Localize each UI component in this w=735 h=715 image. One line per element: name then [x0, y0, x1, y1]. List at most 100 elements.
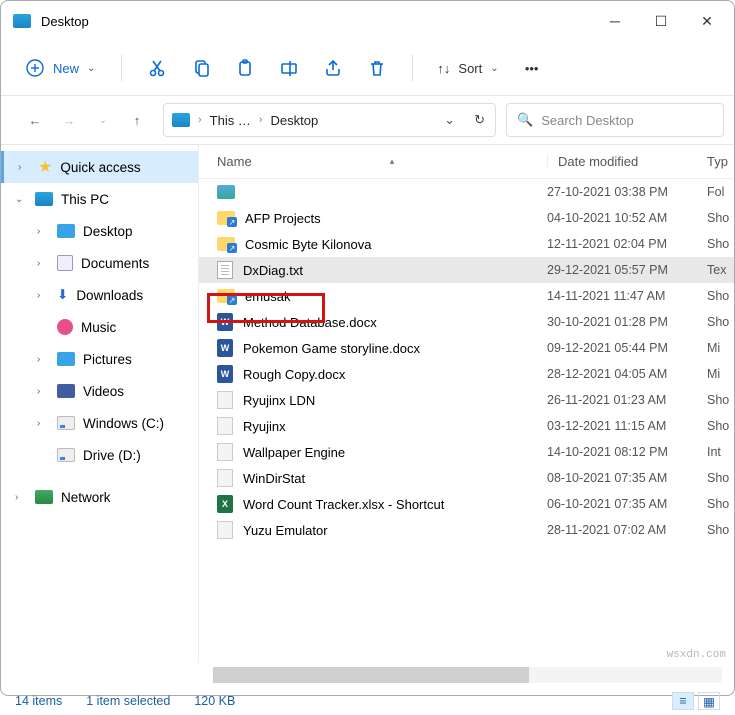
- sidebar-item-this-pc[interactable]: ⌄ This PC: [1, 183, 198, 215]
- separator: [412, 55, 413, 81]
- file-type: Int: [707, 445, 734, 459]
- file-icon: [217, 443, 233, 461]
- sidebar-item-windows-c[interactable]: ›Windows (C:): [1, 407, 198, 439]
- maximize-button[interactable]: ☐: [638, 5, 684, 37]
- sidebar-item-videos[interactable]: › Videos: [1, 375, 198, 407]
- address-dropdown[interactable]: ⌄: [444, 112, 455, 128]
- file-type: Sho: [707, 289, 734, 303]
- file-icon: [217, 469, 233, 487]
- file-row[interactable]: WMethod Database.docx30-10-2021 01:28 PM…: [199, 309, 734, 335]
- chevron-right-icon: ›: [37, 386, 49, 397]
- sidebar-item-documents[interactable]: ›Documents: [1, 247, 198, 279]
- window-title: Desktop: [41, 14, 592, 29]
- sidebar-item-label: Videos: [83, 384, 124, 399]
- chevron-right-icon: ›: [37, 354, 49, 365]
- scrollbar-thumb[interactable]: [213, 667, 529, 683]
- file-name: Ryujinx: [243, 419, 286, 434]
- file-date: 14-10-2021 08:12 PM: [547, 445, 707, 459]
- chevron-down-icon: ⌄: [15, 194, 27, 205]
- file-row[interactable]: WRough Copy.docx28-12-2021 04:05 AMMi: [199, 361, 734, 387]
- folder-shortcut-icon: ↗: [217, 237, 235, 251]
- sidebar-item-drive-d[interactable]: Drive (D:): [1, 439, 198, 471]
- file-name: Pokemon Game storyline.docx: [243, 341, 420, 356]
- sidebar-item-downloads[interactable]: ›⬇Downloads: [1, 279, 198, 311]
- cut-button[interactable]: [138, 49, 176, 87]
- file-name: Rough Copy.docx: [243, 367, 345, 382]
- file-list: 27-10-2021 03:38 PMFol↗AFP Projects04-10…: [199, 179, 734, 663]
- sort-button[interactable]: ↑↓ Sort ⌄: [429, 55, 506, 82]
- file-row[interactable]: ↗Cosmic Byte Kilonova12-11-2021 02:04 PM…: [199, 231, 734, 257]
- file-type: Sho: [707, 393, 734, 407]
- address-bar[interactable]: › This … › Desktop ⌄ ↻: [163, 103, 496, 137]
- minimize-button[interactable]: ─: [592, 5, 638, 37]
- file-row[interactable]: ↗AFP Projects04-10-2021 10:52 AMSho: [199, 205, 734, 231]
- file-name: Ryujinx LDN: [243, 393, 315, 408]
- breadcrumb-segment[interactable]: This …: [210, 113, 251, 128]
- status-bar: 14 items 1 item selected 120 KB ≡ ▦: [1, 687, 734, 715]
- file-icon: [217, 417, 233, 435]
- body: › ★ Quick access ⌄ This PC ›Desktop ›Doc…: [1, 145, 734, 663]
- file-icon: [217, 521, 233, 539]
- column-type[interactable]: Typ: [707, 154, 734, 169]
- sidebar-item-label: Music: [81, 320, 116, 335]
- close-button[interactable]: ✕: [684, 5, 730, 37]
- sidebar-item-label: Network: [61, 490, 111, 505]
- word-doc-icon: W: [217, 339, 233, 357]
- file-date: 14-11-2021 11:47 AM: [547, 289, 707, 303]
- copy-button[interactable]: [182, 49, 220, 87]
- sidebar-item-quick-access[interactable]: › ★ Quick access: [1, 151, 198, 183]
- new-button[interactable]: New ⌄: [15, 52, 105, 84]
- paste-button[interactable]: [226, 49, 264, 87]
- chevron-right-icon: ›: [15, 492, 27, 503]
- search-input[interactable]: 🔍 Search Desktop: [506, 103, 724, 137]
- sidebar-item-network[interactable]: › Network: [1, 481, 198, 513]
- file-row[interactable]: WinDirStat08-10-2021 07:35 AMSho: [199, 465, 734, 491]
- videos-icon: [57, 384, 75, 398]
- share-button[interactable]: [314, 49, 352, 87]
- file-name: emusak: [245, 289, 291, 304]
- separator: [121, 55, 122, 81]
- file-row[interactable]: 27-10-2021 03:38 PMFol: [199, 179, 734, 205]
- refresh-button[interactable]: ↻: [474, 112, 485, 128]
- title-bar: Desktop ─ ☐ ✕: [1, 1, 734, 41]
- chevron-right-icon: ›: [37, 290, 49, 301]
- status-selected: 1 item selected: [86, 694, 170, 708]
- file-row[interactable]: W Pokemon Game storyline.docx 09-12-2021 0…: [199, 335, 734, 361]
- file-type: Sho: [707, 315, 734, 329]
- file-row[interactable]: Ryujinx LDN26-11-2021 01:23 AMSho: [199, 387, 734, 413]
- sidebar-item-music[interactable]: Music: [1, 311, 198, 343]
- sidebar-item-label: Drive (D:): [83, 448, 141, 463]
- file-row[interactable]: Wallpaper Engine14-10-2021 08:12 PMInt: [199, 439, 734, 465]
- sidebar-item-desktop[interactable]: ›Desktop: [1, 215, 198, 247]
- column-name[interactable]: Name: [217, 154, 252, 169]
- sidebar-item-label: Downloads: [76, 288, 143, 303]
- folder-shortcut-icon: ↗: [217, 211, 235, 225]
- column-headers[interactable]: Name▴ Date modified Typ: [199, 145, 734, 179]
- sidebar-item-pictures[interactable]: ›Pictures: [1, 343, 198, 375]
- breadcrumb-segment[interactable]: Desktop: [271, 113, 319, 128]
- view-icons-button[interactable]: ▦: [698, 692, 720, 710]
- chevron-down-icon: ⌄: [87, 63, 95, 74]
- file-row[interactable]: Ryujinx03-12-2021 11:15 AMSho: [199, 413, 734, 439]
- desktop-icon: [57, 224, 75, 238]
- monitor-icon: [35, 192, 53, 206]
- more-button[interactable]: •••: [513, 49, 551, 87]
- up-button[interactable]: ↑: [121, 104, 153, 136]
- file-type: Mi: [707, 367, 734, 381]
- delete-button[interactable]: [358, 49, 396, 87]
- file-row[interactable]: ↗emusak14-11-2021 11:47 AMSho: [199, 283, 734, 309]
- horizontal-scrollbar[interactable]: [213, 667, 722, 683]
- file-type: Sho: [707, 237, 734, 251]
- forward-button[interactable]: →: [53, 104, 85, 136]
- recent-dropdown[interactable]: ⌄: [87, 104, 119, 136]
- app-icon: [13, 14, 31, 28]
- column-date[interactable]: Date modified: [547, 154, 707, 169]
- file-row[interactable]: XWord Count Tracker.xlsx - Shortcut06-10…: [199, 491, 734, 517]
- file-date: 09-12-2021 05:44 PM: [547, 341, 707, 355]
- rename-button[interactable]: [270, 49, 308, 87]
- file-date: 28-11-2021 07:02 AM: [547, 523, 707, 537]
- file-row[interactable]: Yuzu Emulator28-11-2021 07:02 AMSho: [199, 517, 734, 543]
- back-button[interactable]: ←: [19, 104, 51, 136]
- view-details-button[interactable]: ≡: [672, 692, 694, 710]
- file-row[interactable]: DxDiag.txt29-12-2021 05:57 PMTex: [199, 257, 734, 283]
